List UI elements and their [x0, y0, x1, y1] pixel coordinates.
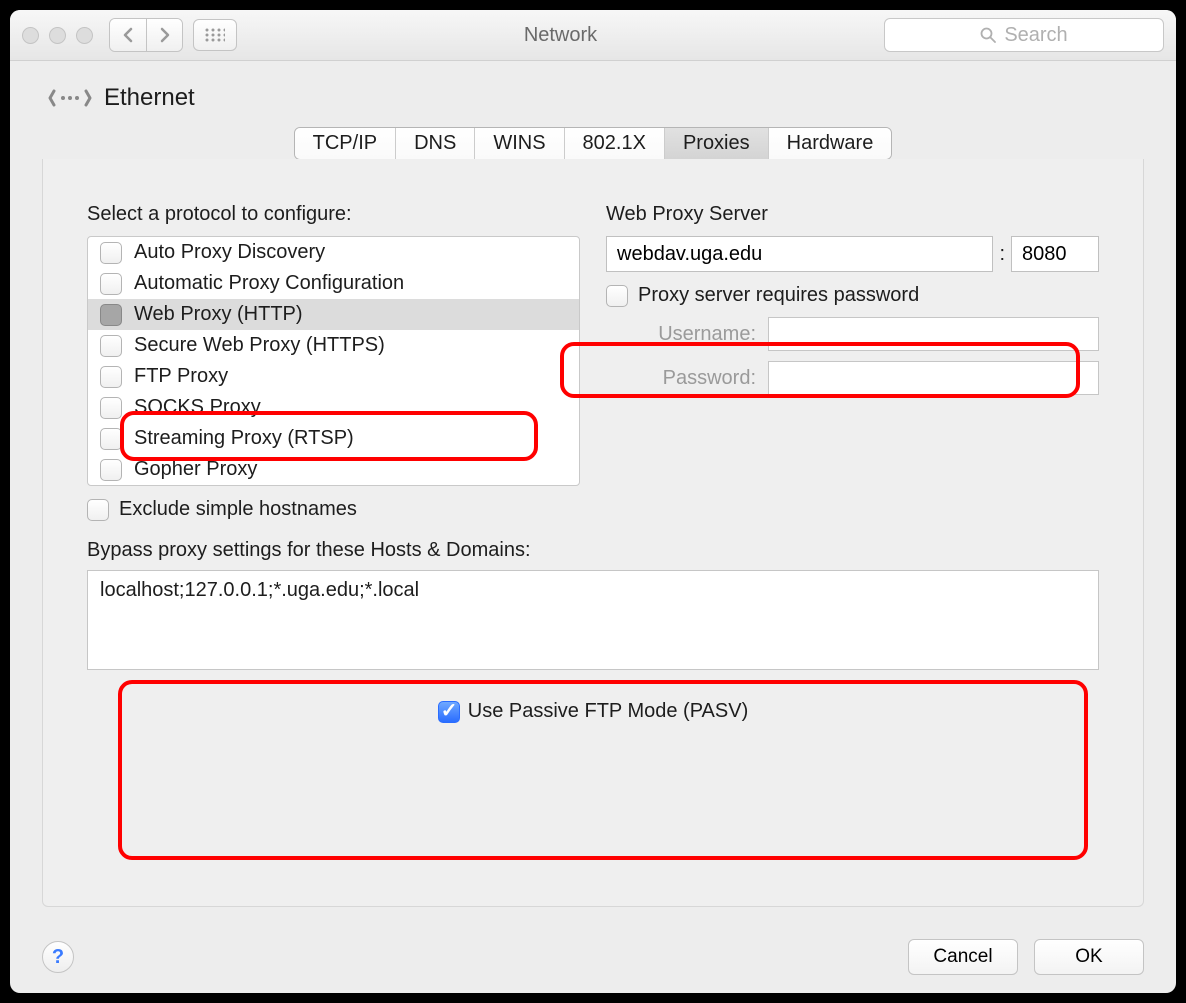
ok-button[interactable]: OK [1034, 939, 1144, 975]
protocol-socks[interactable]: SOCKS Proxy [88, 392, 579, 423]
cancel-button[interactable]: Cancel [908, 939, 1018, 975]
ethernet-icon [48, 83, 92, 113]
minimize-dot[interactable] [49, 27, 66, 44]
exclude-hostnames-checkbox[interactable] [87, 499, 109, 521]
list-item-label: Automatic Proxy Configuration [134, 272, 404, 295]
checkbox[interactable] [100, 397, 122, 419]
username-input[interactable] [768, 317, 1099, 351]
proxy-port-input[interactable] [1011, 236, 1099, 272]
server-heading: Web Proxy Server [606, 203, 1099, 226]
nav-buttons [109, 18, 183, 52]
username-label: Username: [606, 323, 756, 346]
tab-dns[interactable]: DNS [395, 128, 474, 159]
tab-8021x[interactable]: 802.1X [564, 128, 664, 159]
requires-password-label: Proxy server requires password [638, 284, 919, 307]
tabs: TCP/IP DNS WINS 802.1X Proxies Hardware [42, 127, 1144, 160]
password-input[interactable] [768, 361, 1099, 395]
list-item-label: Auto Proxy Discovery [134, 241, 325, 264]
checkbox[interactable] [100, 335, 122, 357]
password-label: Password: [606, 367, 756, 390]
interface-header: Ethernet [48, 83, 1144, 113]
checkbox[interactable] [100, 242, 122, 264]
protocol-web-http[interactable]: Web Proxy (HTTP) [88, 299, 579, 330]
tab-wins[interactable]: WINS [474, 128, 563, 159]
requires-password-checkbox[interactable] [606, 285, 628, 307]
search-placeholder: Search [1004, 24, 1067, 47]
titlebar: Network Search [10, 10, 1176, 61]
search-input[interactable]: Search [884, 18, 1164, 52]
forward-button[interactable] [146, 19, 182, 51]
protocol-auto-config[interactable]: Automatic Proxy Configuration [88, 268, 579, 299]
protocol-rtsp[interactable]: Streaming Proxy (RTSP) [88, 423, 579, 454]
checkbox[interactable] [100, 304, 122, 326]
bypass-label: Bypass proxy settings for these Hosts & … [87, 539, 1099, 562]
checkbox[interactable] [100, 428, 122, 450]
list-item-label: Secure Web Proxy (HTTPS) [134, 334, 385, 357]
pasv-checkbox[interactable] [438, 701, 460, 723]
protocol-web-https[interactable]: Secure Web Proxy (HTTPS) [88, 330, 579, 361]
protocol-auto-discovery[interactable]: Auto Proxy Discovery [88, 237, 579, 268]
checkbox[interactable] [100, 273, 122, 295]
network-preferences-window: Network Search Ethernet TCP/IP [10, 10, 1176, 993]
tab-proxies[interactable]: Proxies [664, 128, 768, 159]
protocol-gopher[interactable]: Gopher Proxy [88, 454, 579, 485]
zoom-dot[interactable] [76, 27, 93, 44]
protocol-list: Auto Proxy Discovery Automatic Proxy Con… [87, 236, 580, 486]
footer: ? Cancel OK [10, 921, 1176, 993]
checkbox[interactable] [100, 459, 122, 481]
host-port-separator: : [999, 243, 1005, 266]
proxies-panel: Select a protocol to configure: Auto Pro… [42, 159, 1144, 907]
show-all-button[interactable] [193, 19, 237, 51]
window-title: Network [247, 24, 874, 47]
interface-name: Ethernet [104, 84, 195, 112]
checkbox[interactable] [100, 366, 122, 388]
search-icon [980, 27, 996, 43]
list-item-label: Web Proxy (HTTP) [134, 303, 303, 326]
list-item-label: Streaming Proxy (RTSP) [134, 427, 354, 450]
traffic-lights [22, 27, 93, 44]
list-item-label: SOCKS Proxy [134, 396, 261, 419]
back-button[interactable] [110, 19, 146, 51]
help-button[interactable]: ? [42, 941, 74, 973]
list-item-label: FTP Proxy [134, 365, 228, 388]
list-item-label: Gopher Proxy [134, 458, 257, 481]
tab-tcpip[interactable]: TCP/IP [295, 128, 395, 159]
proxy-host-input[interactable] [606, 236, 993, 272]
pasv-label: Use Passive FTP Mode (PASV) [468, 700, 748, 723]
protocol-ftp[interactable]: FTP Proxy [88, 361, 579, 392]
protocol-heading: Select a protocol to configure: [87, 203, 580, 226]
bypass-value: localhost;127.0.0.1;*.uga.edu;*.local [100, 579, 419, 601]
close-dot[interactable] [22, 27, 39, 44]
tab-hardware[interactable]: Hardware [768, 128, 892, 159]
exclude-hostnames-label: Exclude simple hostnames [119, 498, 357, 521]
bypass-textarea[interactable]: localhost;127.0.0.1;*.uga.edu;*.local [87, 570, 1099, 670]
content: Ethernet TCP/IP DNS WINS 802.1X Proxies … [10, 61, 1176, 921]
